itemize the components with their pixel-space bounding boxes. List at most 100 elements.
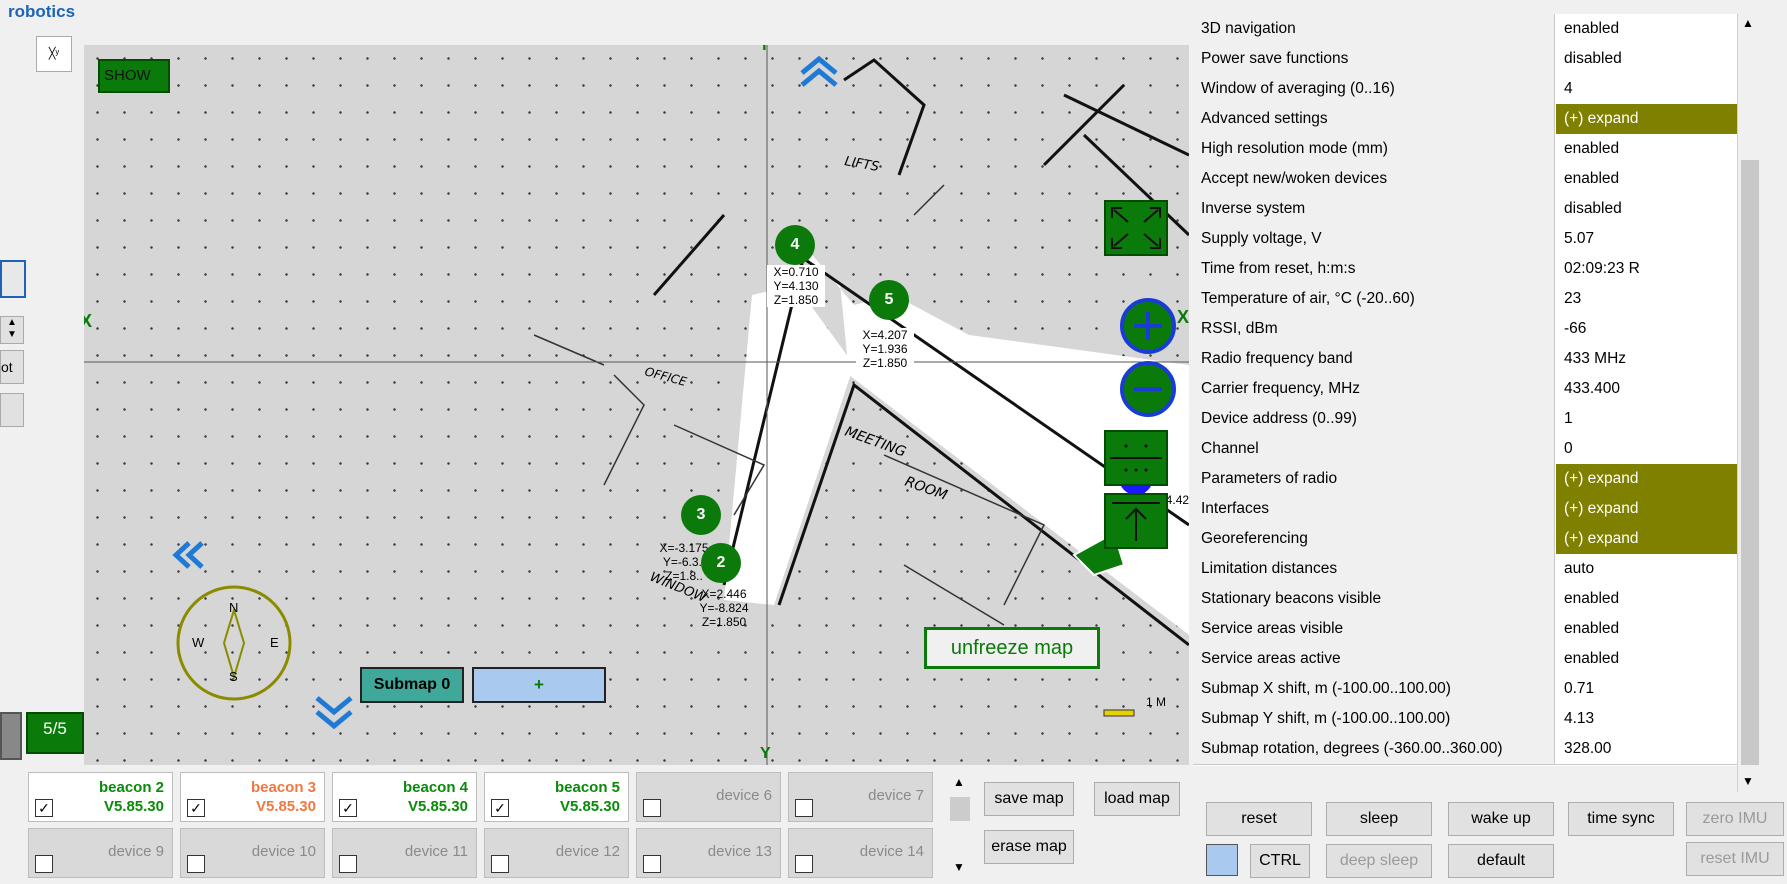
left-button[interactable]: ot (0, 350, 24, 384)
device-checkbox[interactable] (795, 855, 813, 873)
device-checkbox[interactable] (339, 855, 357, 873)
device-checkbox[interactable] (187, 855, 205, 873)
property-value[interactable]: 0 (1556, 434, 1737, 464)
axis-tool-button[interactable]: ╳ʸ (36, 36, 72, 72)
ctrl-button[interactable]: CTRL (1250, 844, 1310, 878)
property-row[interactable]: Device address (0..99) 1 (1193, 404, 1737, 435)
time-sync-button[interactable]: time sync (1568, 802, 1674, 836)
property-expand-value[interactable]: (+) expand (1556, 464, 1737, 494)
add-submap-button[interactable]: + (472, 667, 606, 703)
device-tile[interactable]: beacon 5 V5.85.30 ✓ (484, 772, 629, 822)
property-row[interactable]: RSSI, dBm -66 (1193, 314, 1737, 345)
property-expand-value[interactable]: (+) expand (1556, 524, 1737, 554)
property-row[interactable]: High resolution mode (mm) enabled (1193, 134, 1737, 165)
device-tile[interactable]: device 13 (636, 828, 781, 878)
property-value[interactable]: 4.13 (1556, 704, 1737, 734)
device-scroll-up-icon[interactable]: ▲ (953, 775, 965, 789)
beacon-3-marker[interactable]: 3 (681, 495, 721, 535)
device-checkbox[interactable] (491, 855, 509, 873)
device-tile[interactable]: beacon 4 V5.85.30 ✓ (332, 772, 477, 822)
property-expand-value[interactable]: (+) expand (1556, 104, 1737, 134)
property-value[interactable]: enabled (1556, 614, 1737, 644)
beacon-4-marker[interactable]: 4 (775, 225, 815, 265)
reset-imu-button[interactable]: reset IMU (1686, 842, 1784, 876)
property-value[interactable]: enabled (1556, 134, 1737, 164)
ctrl-indicator[interactable] (1206, 844, 1238, 876)
property-value[interactable]: auto (1556, 554, 1737, 584)
property-value[interactable]: 4 (1556, 74, 1737, 104)
property-row[interactable]: 3D navigation enabled (1193, 14, 1737, 45)
property-row[interactable]: Submap X shift, m (-100.00..100.00) 0.71 (1193, 674, 1737, 705)
property-expand-value[interactable]: (+) expand (1556, 494, 1737, 524)
device-checkbox[interactable]: ✓ (339, 799, 357, 817)
save-map-button[interactable]: save map (984, 782, 1074, 816)
scroll-down-icon[interactable]: ▼ (1742, 774, 1754, 788)
left-selected-field[interactable] (0, 260, 26, 298)
property-value[interactable]: enabled (1556, 164, 1737, 194)
wake-up-button[interactable]: wake up (1448, 802, 1554, 836)
property-row[interactable]: Inverse system disabled (1193, 194, 1737, 225)
property-value[interactable]: 0.71 (1556, 674, 1737, 704)
device-tile[interactable]: device 11 (332, 828, 477, 878)
device-tile[interactable]: device 12 (484, 828, 629, 878)
device-checkbox[interactable]: ✓ (491, 799, 509, 817)
device-tile[interactable]: device 14 (788, 828, 933, 878)
property-row[interactable]: Advanced settings (+) expand (1193, 104, 1737, 135)
submap-selector[interactable]: Submap 0 (360, 667, 464, 703)
fit-view-button[interactable] (1104, 200, 1168, 256)
reset-button[interactable]: reset (1206, 802, 1312, 836)
load-map-button[interactable]: load map (1094, 782, 1180, 816)
device-tile[interactable]: device 10 (180, 828, 325, 878)
default-button[interactable]: default (1448, 844, 1554, 878)
property-value[interactable]: enabled (1556, 584, 1737, 614)
unfreeze-map-button[interactable]: unfreeze map (924, 627, 1100, 669)
device-tile[interactable]: device 7 (788, 772, 933, 822)
beacon-5-marker[interactable]: 5 (869, 280, 909, 320)
property-row[interactable]: Radio frequency band 433 MHz (1193, 344, 1737, 375)
device-scrollbar[interactable]: ▲ ▼ (947, 775, 973, 877)
property-value[interactable]: -66 (1556, 314, 1737, 344)
device-tile[interactable]: device 6 (636, 772, 781, 822)
property-row[interactable]: Georeferencing (+) expand (1193, 524, 1737, 555)
property-value[interactable]: 5.07 (1556, 224, 1737, 254)
scroll-up-icon[interactable]: ▲ (1742, 16, 1754, 30)
scrollbar-thumb[interactable] (1741, 160, 1759, 765)
device-tile[interactable]: beacon 2 V5.85.30 ✓ (28, 772, 173, 822)
property-value[interactable]: 328.00 (1556, 734, 1737, 764)
property-row[interactable]: Window of averaging (0..16) 4 (1193, 74, 1737, 105)
property-value[interactable]: enabled (1556, 14, 1737, 44)
show-button[interactable]: SHOW (98, 59, 170, 93)
property-value[interactable]: 1 (1556, 404, 1737, 434)
sleep-button[interactable]: sleep (1326, 802, 1432, 836)
property-row[interactable]: Submap rotation, degrees (-360.00..360.0… (1193, 734, 1737, 765)
device-scroll-down-icon[interactable]: ▼ (953, 860, 965, 874)
device-scroll-thumb[interactable] (950, 797, 970, 821)
device-checkbox[interactable] (795, 799, 813, 817)
north-up-button[interactable] (1104, 493, 1168, 549)
property-value[interactable]: enabled (1556, 644, 1737, 674)
property-value[interactable]: disabled (1556, 194, 1737, 224)
zoom-in-button[interactable] (1120, 298, 1176, 354)
property-row[interactable]: Time from reset, h:m:s 02:09:23 R (1193, 254, 1737, 285)
property-row[interactable]: Power save functions disabled (1193, 44, 1737, 75)
property-value[interactable]: disabled (1556, 44, 1737, 74)
map-canvas[interactable]: LIFTS OFFICE MEETING ROOM WINDOW X Y Y X… (84, 45, 1189, 765)
erase-map-button[interactable]: erase map (984, 830, 1074, 864)
property-row[interactable]: Parameters of radio (+) expand (1193, 464, 1737, 495)
zoom-out-button[interactable] (1120, 361, 1176, 417)
property-value[interactable]: 02:09:23 R (1556, 254, 1737, 284)
beacon-2-marker[interactable]: 2 (701, 543, 741, 583)
device-checkbox[interactable]: ✓ (35, 799, 53, 817)
deep-sleep-button[interactable]: deep sleep (1326, 844, 1432, 878)
property-row[interactable]: Service areas active enabled (1193, 644, 1737, 675)
device-checkbox[interactable] (35, 855, 53, 873)
device-tile[interactable]: beacon 3 V5.85.30 ✓ (180, 772, 325, 822)
property-row[interactable]: Submap Y shift, m (-100.00..100.00) 4.13 (1193, 704, 1737, 735)
property-value[interactable]: 433.400 (1556, 374, 1737, 404)
property-row[interactable]: Accept new/woken devices enabled (1193, 164, 1737, 195)
device-checkbox[interactable] (643, 799, 661, 817)
property-value[interactable]: 23 (1556, 284, 1737, 314)
property-row[interactable]: Temperature of air, °C (-20..60) 23 (1193, 284, 1737, 315)
property-row[interactable]: Service areas visible enabled (1193, 614, 1737, 645)
device-checkbox[interactable]: ✓ (187, 799, 205, 817)
